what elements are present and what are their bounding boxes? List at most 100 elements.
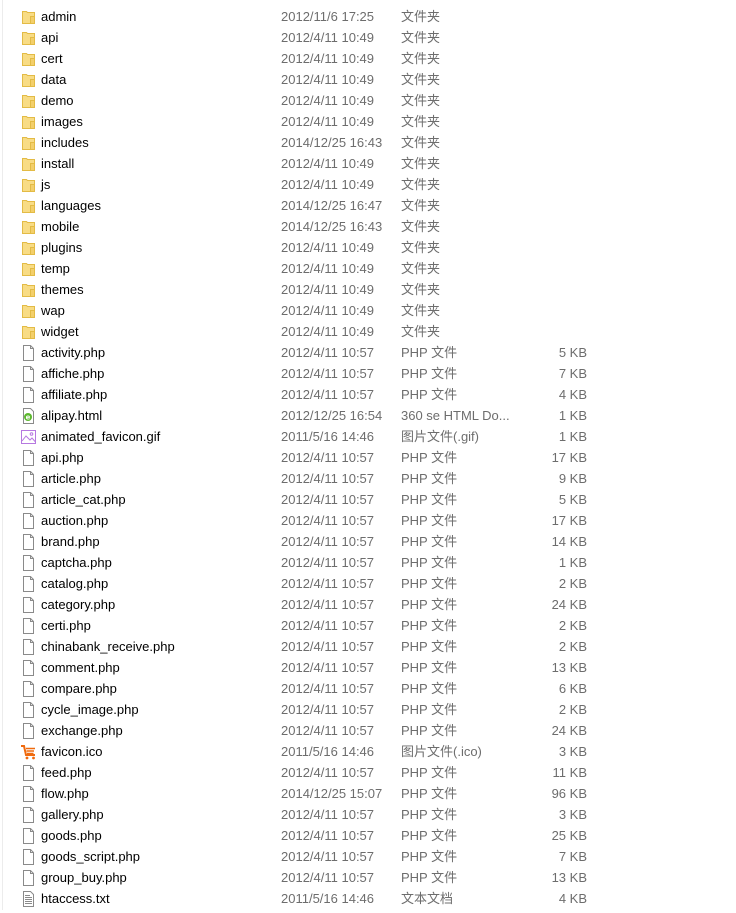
file-date-modified: 2012/4/11 10:57	[281, 660, 375, 675]
file-row[interactable]: animated_favicon.gif 2011/5/16 14:46 图片文件(…	[0, 426, 736, 447]
cart-icon	[21, 744, 36, 760]
file-row[interactable]: data 2012/4/11 10:49 文件夹	[0, 69, 736, 90]
file-row[interactable]: images 2012/4/11 10:49 文件夹	[0, 111, 736, 132]
file-row[interactable]: captcha.php 2012/4/11 10:57 PHP 文件 1 KB	[0, 552, 736, 573]
file-size: 5 KB	[558, 345, 587, 360]
file-type: PHP 文件	[401, 681, 458, 696]
file-row[interactable]: comment.php 2012/4/11 10:57 PHP 文件 13 KB	[0, 657, 736, 678]
file-date-modified: 2012/4/11 10:49	[281, 240, 375, 255]
file-date-modified: 2012/4/11 10:49	[281, 93, 375, 108]
file-date-modified: 2012/4/11 10:49	[281, 30, 375, 45]
file-icon	[21, 471, 36, 487]
file-date-modified: 2012/4/11 10:49	[281, 261, 375, 276]
file-row[interactable]: goods.php 2012/4/11 10:57 PHP 文件 25 KB	[0, 825, 736, 846]
file-row[interactable]: flow.php 2014/12/25 15:07 PHP 文件 96 KB	[0, 783, 736, 804]
file-type: 360 se HTML Do...	[401, 408, 510, 423]
file-row[interactable]: favicon.ico 2011/5/16 14:46 图片文件(.ico) 3 KB	[0, 741, 736, 762]
file-date-modified: 2011/5/16 14:46	[281, 891, 375, 906]
file-type: PHP 文件	[401, 786, 458, 801]
file-row[interactable]: activity.php 2012/4/11 10:57 PHP 文件 5 KB	[0, 342, 736, 363]
file-type: PHP 文件	[401, 870, 458, 885]
file-row[interactable]: compare.php 2012/4/11 10:57 PHP 文件 6 KB	[0, 678, 736, 699]
file-row[interactable]: affiliate.php 2012/4/11 10:57 PHP 文件 4 KB	[0, 384, 736, 405]
file-size: 4 KB	[558, 387, 587, 402]
file-type: PHP 文件	[401, 660, 458, 675]
file-name: languages	[41, 198, 101, 213]
file-row[interactable]: js 2012/4/11 10:49 文件夹	[0, 174, 736, 195]
file-row[interactable]: cycle_image.php 2012/4/11 10:57 PHP 文件 2 KB	[0, 699, 736, 720]
file-icon	[21, 765, 36, 781]
file-row[interactable]: install 2012/4/11 10:49 文件夹	[0, 153, 736, 174]
file-name: wap	[41, 303, 65, 318]
file-type: PHP 文件	[401, 471, 458, 486]
file-row[interactable]: category.php 2012/4/11 10:57 PHP 文件 24 KB	[0, 594, 736, 615]
file-type: 文件夹	[401, 282, 441, 297]
file-icon	[21, 513, 36, 529]
file-date-modified: 2012/4/11 10:57	[281, 513, 375, 528]
file-row[interactable]: demo 2012/4/11 10:49 文件夹	[0, 90, 736, 111]
file-date-modified: 2012/4/11 10:49	[281, 303, 375, 318]
file-type: PHP 文件	[401, 366, 458, 381]
file-type: 文件夹	[401, 219, 441, 234]
file-date-modified: 2012/4/11 10:57	[281, 639, 375, 654]
file-row[interactable]: article_cat.php 2012/4/11 10:57 PHP 文件 5 KB	[0, 489, 736, 510]
file-row[interactable]: certi.php 2012/4/11 10:57 PHP 文件 2 KB	[0, 615, 736, 636]
file-row[interactable]: feed.php 2012/4/11 10:57 PHP 文件 11 KB	[0, 762, 736, 783]
folder-icon	[21, 51, 36, 67]
file-row[interactable]: api.php 2012/4/11 10:57 PHP 文件 17 KB	[0, 447, 736, 468]
file-size: 2 KB	[558, 639, 587, 654]
image-file-icon	[21, 429, 36, 445]
file-date-modified: 2014/12/25 16:47	[281, 198, 383, 213]
file-row[interactable]: plugins 2012/4/11 10:49 文件夹	[0, 237, 736, 258]
file-date-modified: 2012/4/11 10:57	[281, 849, 375, 864]
file-date-modified: 2012/4/11 10:49	[281, 156, 375, 171]
file-date-modified: 2014/12/25 16:43	[281, 135, 383, 150]
file-row[interactable]: temp 2012/4/11 10:49 文件夹	[0, 258, 736, 279]
file-date-modified: 2012/4/11 10:57	[281, 576, 375, 591]
svg-text:e: e	[26, 414, 31, 422]
file-row[interactable]: api 2012/4/11 10:49 文件夹	[0, 27, 736, 48]
file-icon	[21, 345, 36, 361]
file-name: admin	[41, 9, 77, 24]
file-row[interactable]: affiche.php 2012/4/11 10:57 PHP 文件 7 KB	[0, 363, 736, 384]
file-size: 13 KB	[551, 660, 587, 675]
file-size: 17 KB	[551, 450, 587, 465]
file-date-modified: 2012/4/11 10:57	[281, 723, 375, 738]
file-row[interactable]: e alipay.html 2012/12/25 16:54 360 se HTML …	[0, 405, 736, 426]
file-row[interactable]: group_buy.php 2012/4/11 10:57 PHP 文件 13 KB	[0, 867, 736, 888]
file-name: cycle_image.php	[41, 702, 139, 717]
file-type: 文件夹	[401, 324, 441, 339]
file-row[interactable]: brand.php 2012/4/11 10:57 PHP 文件 14 KB	[0, 531, 736, 552]
file-row[interactable]: admin 2012/11/6 17:25 文件夹	[0, 6, 736, 27]
file-size: 1 KB	[558, 408, 587, 423]
file-icon	[21, 450, 36, 466]
file-row[interactable]: htaccess.txt 2011/5/16 14:46 文本文档 4 KB	[0, 888, 736, 909]
file-row[interactable]: includes 2014/12/25 16:43 文件夹	[0, 132, 736, 153]
file-icon	[21, 828, 36, 844]
file-size: 96 KB	[551, 786, 587, 801]
file-name: widget	[41, 324, 79, 339]
file-row[interactable]: gallery.php 2012/4/11 10:57 PHP 文件 3 KB	[0, 804, 736, 825]
folder-icon	[21, 114, 36, 130]
file-row[interactable]: mobile 2014/12/25 16:43 文件夹	[0, 216, 736, 237]
file-type: PHP 文件	[401, 723, 458, 738]
file-type: 文本文档	[401, 891, 454, 906]
file-row[interactable]: catalog.php 2012/4/11 10:57 PHP 文件 2 KB	[0, 573, 736, 594]
file-date-modified: 2012/4/11 10:57	[281, 492, 375, 507]
text-file-icon	[21, 891, 36, 907]
file-row[interactable]: themes 2012/4/11 10:49 文件夹	[0, 279, 736, 300]
file-list: admin 2012/11/6 17:25 文件夹 api 2012/4/11 10:4…	[0, 6, 736, 909]
file-row[interactable]: wap 2012/4/11 10:49 文件夹	[0, 300, 736, 321]
file-row[interactable]: chinabank_receive.php 2012/4/11 10:57 PHP …	[0, 636, 736, 657]
file-row[interactable]: goods_script.php 2012/4/11 10:57 PHP 文件 7 K…	[0, 846, 736, 867]
file-row[interactable]: cert 2012/4/11 10:49 文件夹	[0, 48, 736, 69]
file-row[interactable]: auction.php 2012/4/11 10:57 PHP 文件 17 KB	[0, 510, 736, 531]
file-type: 文件夹	[401, 114, 441, 129]
file-row[interactable]: widget 2012/4/11 10:49 文件夹	[0, 321, 736, 342]
folder-icon	[21, 240, 36, 256]
file-row[interactable]: languages 2014/12/25 16:47 文件夹	[0, 195, 736, 216]
folder-icon	[21, 261, 36, 277]
file-row[interactable]: exchange.php 2012/4/11 10:57 PHP 文件 24 KB	[0, 720, 736, 741]
file-row[interactable]: article.php 2012/4/11 10:57 PHP 文件 9 KB	[0, 468, 736, 489]
file-date-modified: 2012/4/11 10:49	[281, 282, 375, 297]
